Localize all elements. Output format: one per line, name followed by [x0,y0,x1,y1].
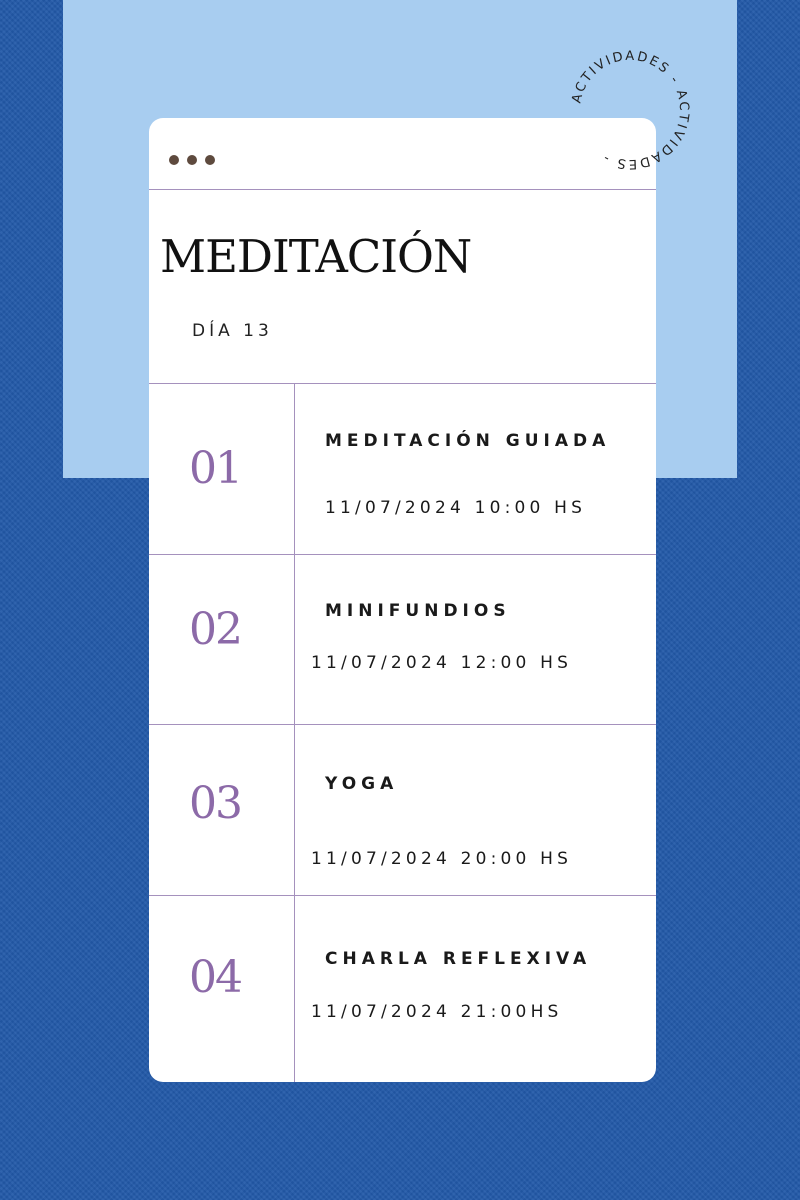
activity-datetime: 11/07/2024 12:00 HS [311,653,573,673]
day-subtitle: DÍA 13 [192,321,273,341]
circular-badge: ACTIVIDADES - ACTIVIDADES - [569,49,691,171]
page-title: MEDITACIÓN [160,230,472,283]
column-divider [294,383,295,1082]
divider [149,895,656,896]
activity-card: MEDITACIÓN DÍA 13 01 MEDITACIÓN GUIADA 1… [149,118,656,1082]
activity-title: YOGA [325,774,399,794]
badge-text: ACTIVIDADES - ACTIVIDADES - [569,49,691,171]
activity-datetime: 11/07/2024 10:00 HS [325,498,587,518]
activity-title: MEDITACIÓN GUIADA [325,431,611,451]
activity-number: 02 [189,604,243,655]
window-dot-icon [205,155,215,165]
window-dot-icon [187,155,197,165]
divider [149,724,656,725]
activity-title: CHARLA REFLEXIVA [325,949,592,969]
divider [149,554,656,555]
activity-number: 03 [189,778,243,829]
activity-datetime: 11/07/2024 20:00 HS [311,849,573,869]
activity-number: 04 [189,952,243,1003]
divider [149,383,656,384]
window-dot-icon [169,155,179,165]
activity-number: 01 [189,443,243,494]
activity-datetime: 11/07/2024 21:00HS [311,1002,563,1022]
activity-title: MINIFUNDIOS [325,601,511,621]
